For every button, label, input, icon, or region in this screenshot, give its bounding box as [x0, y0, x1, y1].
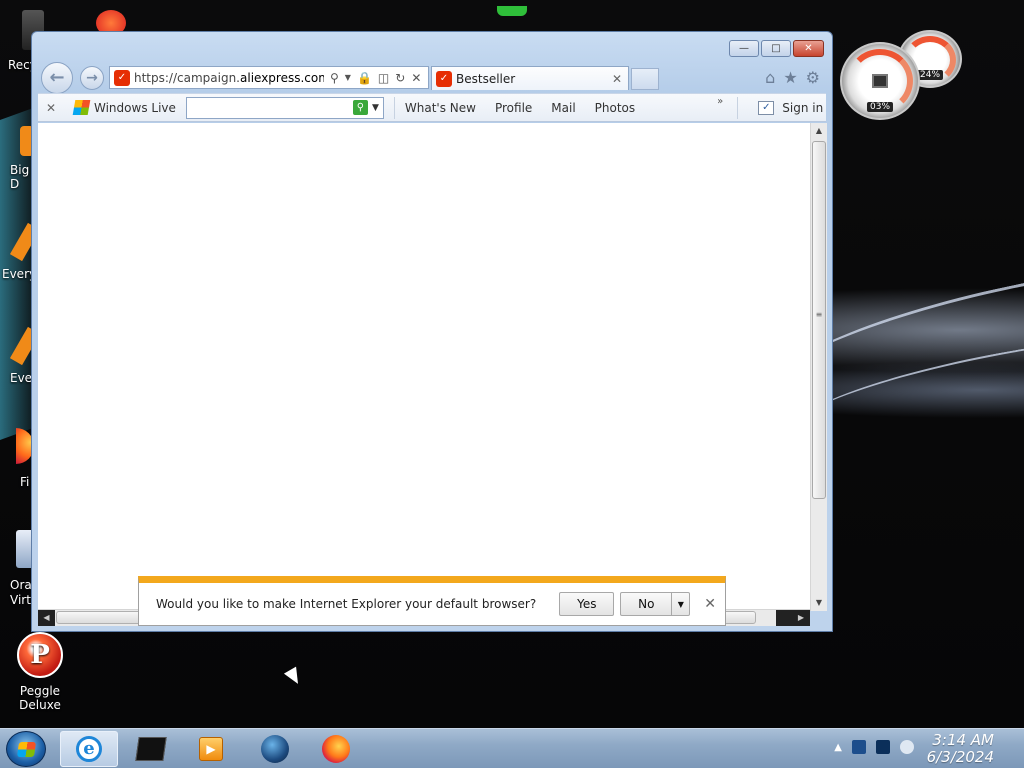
arrow-right-icon: → — [86, 70, 98, 86]
internet-explorer-icon: e — [76, 736, 102, 762]
no-button[interactable]: No — [620, 592, 673, 616]
windows-logo-icon — [16, 742, 37, 757]
favorites-star-icon[interactable]: ★ — [783, 68, 797, 87]
aliexpress-favicon-icon: ✓ — [114, 69, 130, 86]
back-button[interactable]: ← — [41, 62, 73, 94]
show-hidden-icons-icon[interactable]: ▲ — [834, 742, 842, 753]
gear-icon[interactable]: ⚙ — [806, 68, 820, 87]
scroll-left-icon[interactable]: ◀ — [38, 610, 55, 626]
close-notification-icon[interactable]: ✕ — [704, 596, 716, 612]
taskbar-media-player[interactable]: ▶ — [182, 731, 240, 767]
browser-tools: ⌂ ★ ⚙ — [765, 68, 820, 87]
chevron-down-icon[interactable]: ▼ — [345, 71, 351, 85]
windows-live-toolbar: ✕ Windows Live ⚲ ▼ What's New Profile Ma… — [38, 93, 826, 122]
taskbar-internet-explorer[interactable]: e — [60, 731, 118, 767]
tab-title: Bestseller — [456, 71, 516, 86]
desktop-icon-label: Fi — [20, 475, 30, 489]
taskbar: e ▶ ▲ 3:14 AM 6/3/2024 — [0, 728, 1024, 768]
link-whats-new[interactable]: What's New — [405, 101, 476, 115]
checkbox-icon: ✓ — [758, 100, 775, 115]
no-options-dropdown[interactable]: ▼ — [672, 592, 691, 616]
url-prefix: https://campaign. — [134, 70, 240, 85]
lock-icon[interactable]: 🔒 — [357, 71, 372, 85]
stop-icon[interactable]: ✕ — [411, 71, 421, 85]
windows-live-button[interactable]: Windows Live — [72, 100, 176, 115]
caption-buttons: — □ ✕ — [729, 40, 824, 57]
vertical-scrollbar[interactable]: ▲ ≡ ▼ — [810, 123, 827, 611]
system-tray: ▲ — [834, 740, 914, 754]
taskbar-firefox[interactable] — [307, 731, 365, 767]
taskbar-clock[interactable]: 3:14 AM 6/3/2024 — [924, 732, 994, 766]
mouse-pointer-icon — [283, 666, 305, 688]
cpu-percent: 03% — [866, 102, 894, 112]
maximize-button[interactable]: □ — [761, 40, 791, 57]
scroll-right-icon[interactable]: ▶ — [776, 610, 810, 626]
toolbar-search-input[interactable] — [186, 98, 353, 117]
link-mail[interactable]: Mail — [551, 101, 575, 115]
aliexpress-favicon-icon: ✓ — [436, 70, 452, 87]
vertical-scroll-thumb[interactable]: ≡ — [812, 141, 826, 499]
address-bar[interactable]: ✓ https://campaign.aliexpress.com/w ⚲ ▼ … — [109, 66, 429, 89]
minimize-button[interactable]: — — [729, 40, 759, 57]
globe-icon — [261, 735, 289, 763]
new-tab-button[interactable] — [631, 68, 659, 90]
toolbar-links: What's New Profile Mail Photos — [405, 101, 635, 115]
firefox-icon — [322, 735, 350, 763]
close-button[interactable]: ✕ — [793, 40, 824, 57]
url-domain: aliexpress.com — [240, 70, 324, 85]
scroll-down-icon[interactable]: ▼ — [811, 595, 827, 611]
search-go-icon[interactable]: ⚲ — [352, 100, 368, 115]
clock-date: 6/3/2024 — [926, 748, 994, 766]
home-icon[interactable]: ⌂ — [765, 68, 775, 87]
windows-live-label: Windows Live — [94, 100, 176, 115]
command-prompt-icon — [135, 737, 167, 761]
close-toolbar-icon[interactable]: ✕ — [38, 101, 64, 115]
volume-icon[interactable] — [900, 740, 914, 754]
address-url[interactable]: https://campaign.aliexpress.com/w — [134, 71, 324, 85]
divider — [737, 96, 739, 119]
clock-time: 3:14 AM — [932, 731, 994, 749]
chevron-down-icon: ▼ — [677, 599, 684, 609]
page-content-area[interactable] — [38, 123, 810, 609]
no-button-group: No ▼ — [620, 592, 691, 616]
search-icon[interactable]: ⚲ — [330, 71, 339, 85]
arrow-left-icon: ← — [49, 67, 65, 88]
divider — [393, 96, 395, 119]
close-tab-icon[interactable]: ✕ — [612, 72, 622, 86]
scroll-up-icon[interactable]: ▲ — [811, 123, 827, 139]
desktop-icon-label: Peggle Deluxe — [19, 684, 61, 712]
memory-percent: 24% — [916, 70, 944, 80]
internet-explorer-window: — □ ✕ ← → ✓ https://campaign.aliexpress.… — [31, 31, 833, 632]
more-chevron-icon[interactable]: » — [717, 96, 723, 107]
link-photos[interactable]: Photos — [595, 101, 635, 115]
peggle-icon: P — [17, 632, 63, 678]
compatibility-view-icon[interactable]: ◫ — [378, 71, 389, 85]
desktop-icon-label: Eve — [10, 371, 33, 385]
media-player-icon: ▶ — [199, 737, 223, 761]
desktop-icon-peggle-deluxe[interactable]: P Peggle Deluxe — [0, 632, 80, 712]
address-tools: ⚲ ▼ 🔒 ◫ ↻ ✕ — [330, 71, 421, 85]
sign-in-button[interactable]: ✓ Sign in — [758, 100, 824, 115]
chevron-down-icon[interactable]: ▼ — [372, 103, 379, 113]
chip-icon — [872, 74, 888, 88]
refresh-icon[interactable]: ↻ — [395, 71, 405, 85]
taskbar-globe-app[interactable] — [246, 731, 304, 767]
taskbar-command-prompt[interactable] — [122, 731, 180, 767]
tab-bestseller[interactable]: ✓ Bestseller ✕ — [431, 66, 629, 90]
wallpaper-green-light — [497, 6, 527, 16]
default-browser-notification: Would you like to make Internet Explorer… — [138, 576, 726, 626]
action-center-icon[interactable] — [876, 740, 890, 754]
sign-in-label: Sign in — [782, 100, 824, 115]
forward-button[interactable]: → — [80, 66, 104, 90]
network-icon[interactable] — [852, 740, 866, 754]
cpu-meter-gadget[interactable]: 03% — [840, 42, 920, 120]
windows-logo-icon — [72, 100, 91, 115]
link-profile[interactable]: Profile — [495, 101, 532, 115]
toolbar-search-box: ⚲ ▼ — [185, 96, 384, 119]
notification-message: Would you like to make Internet Explorer… — [156, 597, 537, 611]
start-button[interactable] — [6, 731, 46, 767]
yes-button[interactable]: Yes — [559, 592, 615, 616]
